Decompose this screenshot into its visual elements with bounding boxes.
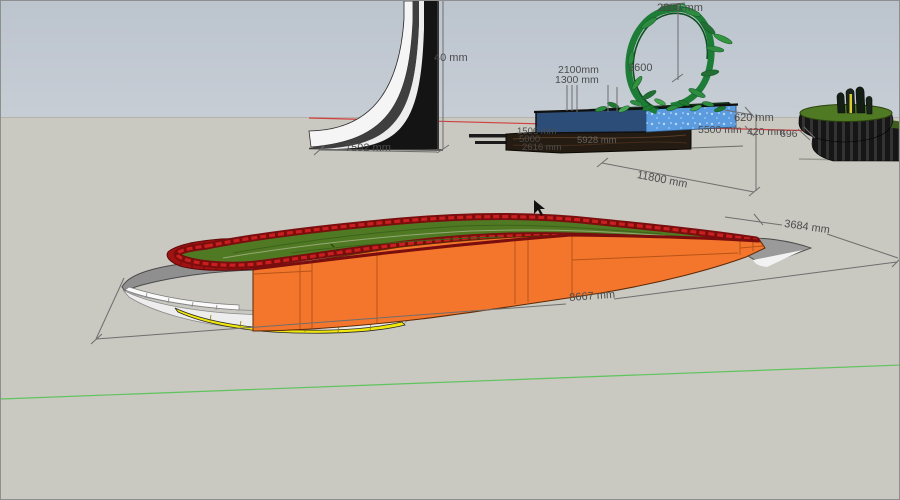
dim-label-tower-span: 7592 mm (345, 143, 391, 154)
tire-planter[interactable] (799, 87, 900, 161)
cactus-yellow-stripe (850, 94, 853, 113)
green-axis-line (1, 365, 900, 399)
dim-label-sculpture-width: 2600 (628, 63, 652, 74)
planter-shadow-line (691, 146, 743, 148)
dim-label-planter-offset-b: 1300 mm (555, 75, 599, 86)
vine-sculpture[interactable] (595, 4, 734, 113)
dim-label-sculpture-height: 2800 mm (657, 3, 703, 14)
tire-grass-top (800, 105, 892, 122)
vine-leaves (627, 4, 733, 101)
dim-label-planter-right-c: 696 (780, 129, 798, 140)
model-viewport[interactable]: 40 mm 7592 mm 2800 mm 2600 2100mm 1300 m… (0, 0, 900, 500)
cactus-plants (837, 87, 872, 114)
dim-label-planter-left-c: 2616 mm (522, 143, 562, 153)
dim-label-planter-right-a: 5500 mm (698, 125, 742, 136)
orange-platform[interactable] (122, 217, 811, 334)
cursor-icon (534, 200, 545, 216)
dim-label-planter-height: 620 mm (734, 113, 774, 124)
dim-label-planter-center: 5928 mm (577, 136, 617, 146)
curved-monument[interactable] (309, 1, 443, 150)
dim-label-tower-height: 40 mm (434, 53, 468, 64)
scene-canvas[interactable] (1, 1, 900, 500)
